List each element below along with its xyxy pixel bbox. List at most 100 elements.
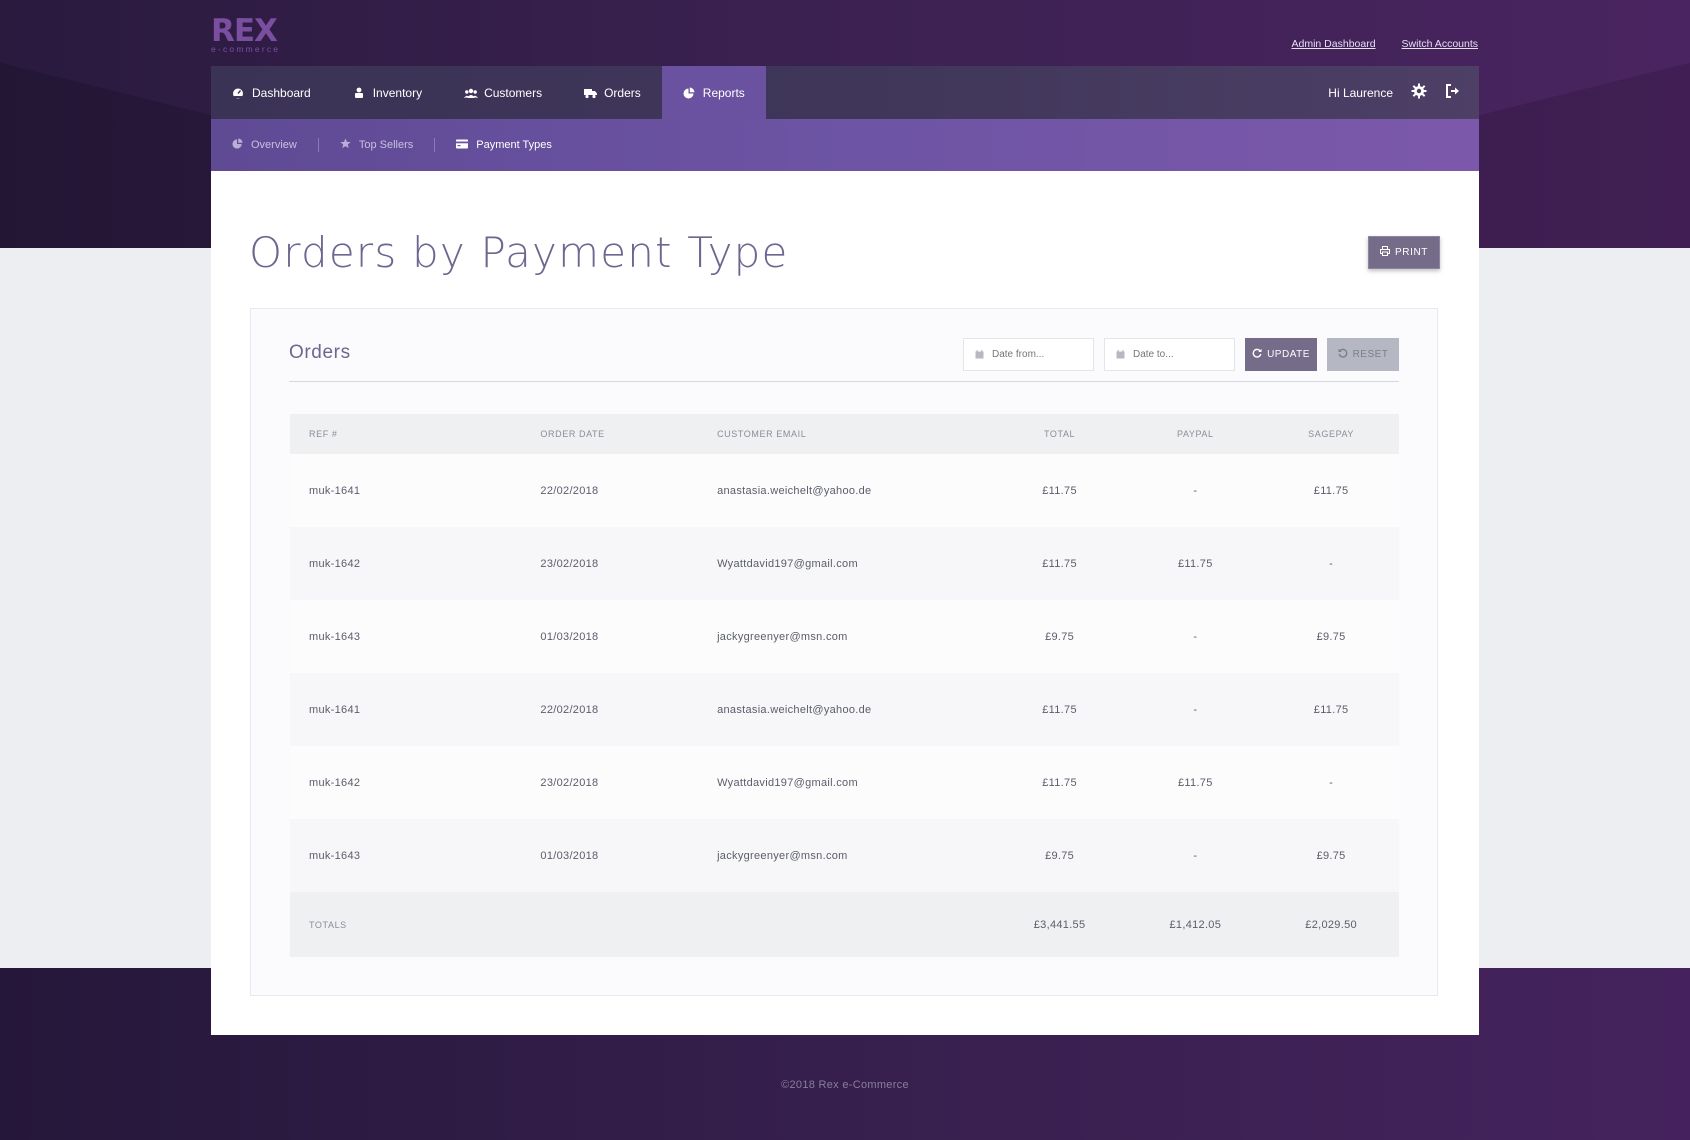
cell-date: 23/02/2018 [540, 776, 599, 789]
cell-total: £9.75 [1045, 849, 1075, 862]
orders-table: REF # ORDER DATE CUSTOMER EMAIL TOTAL PA… [290, 414, 1399, 957]
calendar-icon [975, 346, 984, 364]
nav-item-dashboard[interactable]: Dashboard [211, 66, 332, 119]
cell-total: £9.75 [1045, 630, 1075, 643]
logout-icon[interactable] [1445, 83, 1461, 102]
totals-sagepay: £2,029.50 [1305, 918, 1357, 931]
cell-email: anastasia.weichelt@yahoo.de [717, 484, 872, 497]
cell-date: 22/02/2018 [540, 703, 599, 716]
date-from-field[interactable] [963, 338, 1094, 371]
table-row[interactable]: muk-1642 23/02/2018 Wyattdavid197@gmail.… [290, 527, 1399, 600]
cell-date: 22/02/2018 [540, 484, 599, 497]
subnav-label: Top Sellers [358, 139, 414, 151]
nav-item-label: Inventory [372, 85, 423, 100]
totals-row: TOTALS £3,441.55 £1,412.05 £2,029.50 [290, 892, 1399, 957]
cell-sagepay: - [1329, 557, 1334, 570]
cell-ref: muk-1641 [309, 703, 361, 716]
top-links: Admin Dashboard Switch Accounts [1292, 38, 1479, 50]
dashboard-icon [232, 87, 244, 99]
nav-item-reports[interactable]: Reports [661, 66, 766, 119]
printer-icon [1380, 246, 1390, 259]
subnav-divider [317, 138, 319, 152]
footer-copyright: ©2018 Rex e-Commerce [781, 1079, 909, 1091]
cell-total: £11.75 [1042, 557, 1077, 570]
print-button[interactable]: PRINT [1368, 236, 1440, 269]
logo-text: REX [211, 13, 278, 49]
table-header-row: REF # ORDER DATE CUSTOMER EMAIL TOTAL PA… [290, 414, 1399, 454]
reset-button[interactable]: RESET [1327, 338, 1399, 371]
logo[interactable]: REX e-commerce [211, 16, 291, 56]
subnav-item-payment-types[interactable]: Payment Types [456, 139, 552, 152]
cell-email: Wyattdavid197@gmail.com [717, 776, 858, 789]
column-header-sagepay: SAGEPAY [1308, 429, 1355, 439]
credit-card-icon [456, 139, 469, 152]
cell-email: jackygreenyer@msn.com [717, 849, 848, 862]
cell-sagepay: £9.75 [1316, 849, 1346, 862]
update-button[interactable]: UPDATE [1245, 338, 1317, 371]
cell-ref: muk-1643 [309, 630, 361, 643]
cell-total: £11.75 [1042, 484, 1077, 497]
subnav-item-overview[interactable]: Overview [232, 138, 297, 152]
cell-date: 01/03/2018 [540, 849, 599, 862]
cell-sagepay: £11.75 [1313, 703, 1349, 716]
admin-dashboard-link[interactable]: Admin Dashboard [1292, 38, 1376, 50]
cell-paypal: - [1193, 484, 1198, 497]
nav-item-orders[interactable]: Orders [563, 66, 662, 119]
cell-date: 01/03/2018 [540, 630, 599, 643]
cell-email: jackygreenyer@msn.com [717, 630, 848, 643]
column-header-order-date: ORDER DATE [540, 429, 605, 439]
subnav-label: Overview [251, 139, 297, 151]
table-row[interactable]: muk-1642 23/02/2018 Wyattdavid197@gmail.… [290, 746, 1399, 819]
refresh-icon [1252, 348, 1262, 361]
cell-sagepay: £11.75 [1313, 484, 1349, 497]
date-from-input[interactable] [992, 349, 1092, 360]
date-to-input[interactable] [1133, 349, 1233, 360]
star-icon [340, 138, 351, 152]
print-label: PRINT [1395, 247, 1428, 258]
orders-card: Orders UPDATE [250, 308, 1438, 996]
nav-item-label: Reports [702, 85, 745, 100]
table-row[interactable]: muk-1643 01/03/2018 jackygreenyer@msn.co… [290, 819, 1399, 892]
cell-paypal: - [1193, 849, 1198, 862]
pie-chart-icon [232, 138, 243, 152]
column-header-paypal: PAYPAL [1177, 429, 1214, 439]
table-row[interactable]: muk-1641 22/02/2018 anastasia.weichelt@y… [290, 454, 1399, 527]
date-filters: UPDATE RESET [963, 338, 1399, 371]
pie-chart-icon [683, 87, 695, 99]
truck-icon [584, 87, 598, 99]
column-header-customer-email: CUSTOMER EMAIL [717, 429, 807, 439]
column-header-ref: REF # [309, 429, 338, 439]
column-header-total: TOTAL [1043, 429, 1076, 439]
cell-ref: muk-1642 [309, 776, 361, 789]
nav-item-label: Customers [484, 85, 543, 100]
customers-icon [464, 87, 479, 99]
cell-total: £11.75 [1042, 703, 1077, 716]
gear-icon[interactable] [1411, 83, 1427, 102]
subnav-divider [434, 138, 436, 152]
date-to-field[interactable] [1104, 338, 1235, 371]
inventory-icon [353, 87, 365, 99]
subnav-item-top-sellers[interactable]: Top Sellers [340, 138, 413, 152]
cell-date: 23/02/2018 [540, 557, 599, 570]
subnav-label: Payment Types [476, 139, 552, 151]
table-row[interactable]: muk-1643 01/03/2018 jackygreenyer@msn.co… [290, 600, 1399, 673]
user-greeting: Hi Laurence [1328, 85, 1393, 100]
table-row[interactable]: muk-1641 22/02/2018 anastasia.weichelt@y… [290, 673, 1399, 746]
switch-accounts-link[interactable]: Switch Accounts [1402, 38, 1478, 50]
main-nav: Dashboard Inventory Customers Orders Rep… [211, 66, 1479, 119]
cell-sagepay: £9.75 [1316, 630, 1346, 643]
cell-paypal: £11.75 [1178, 557, 1213, 570]
page-title: Orders by Payment Type [249, 228, 789, 277]
calendar-icon [1116, 346, 1125, 364]
totals-empty [717, 892, 992, 957]
main-panel: Orders by Payment Type PRINT Orders Date… [211, 171, 1479, 1035]
sub-nav: Overview Top Sellers Payment Types [211, 119, 1479, 171]
cell-ref: muk-1641 [309, 484, 361, 497]
cell-ref: muk-1642 [309, 557, 361, 570]
nav-item-customers[interactable]: Customers [443, 66, 563, 119]
cell-ref: muk-1643 [309, 849, 361, 862]
nav-item-inventory[interactable]: Inventory [332, 66, 443, 119]
totals-total: £3,441.55 [1033, 918, 1086, 931]
card-divider [289, 381, 1399, 382]
cell-paypal: £11.75 [1178, 776, 1213, 789]
